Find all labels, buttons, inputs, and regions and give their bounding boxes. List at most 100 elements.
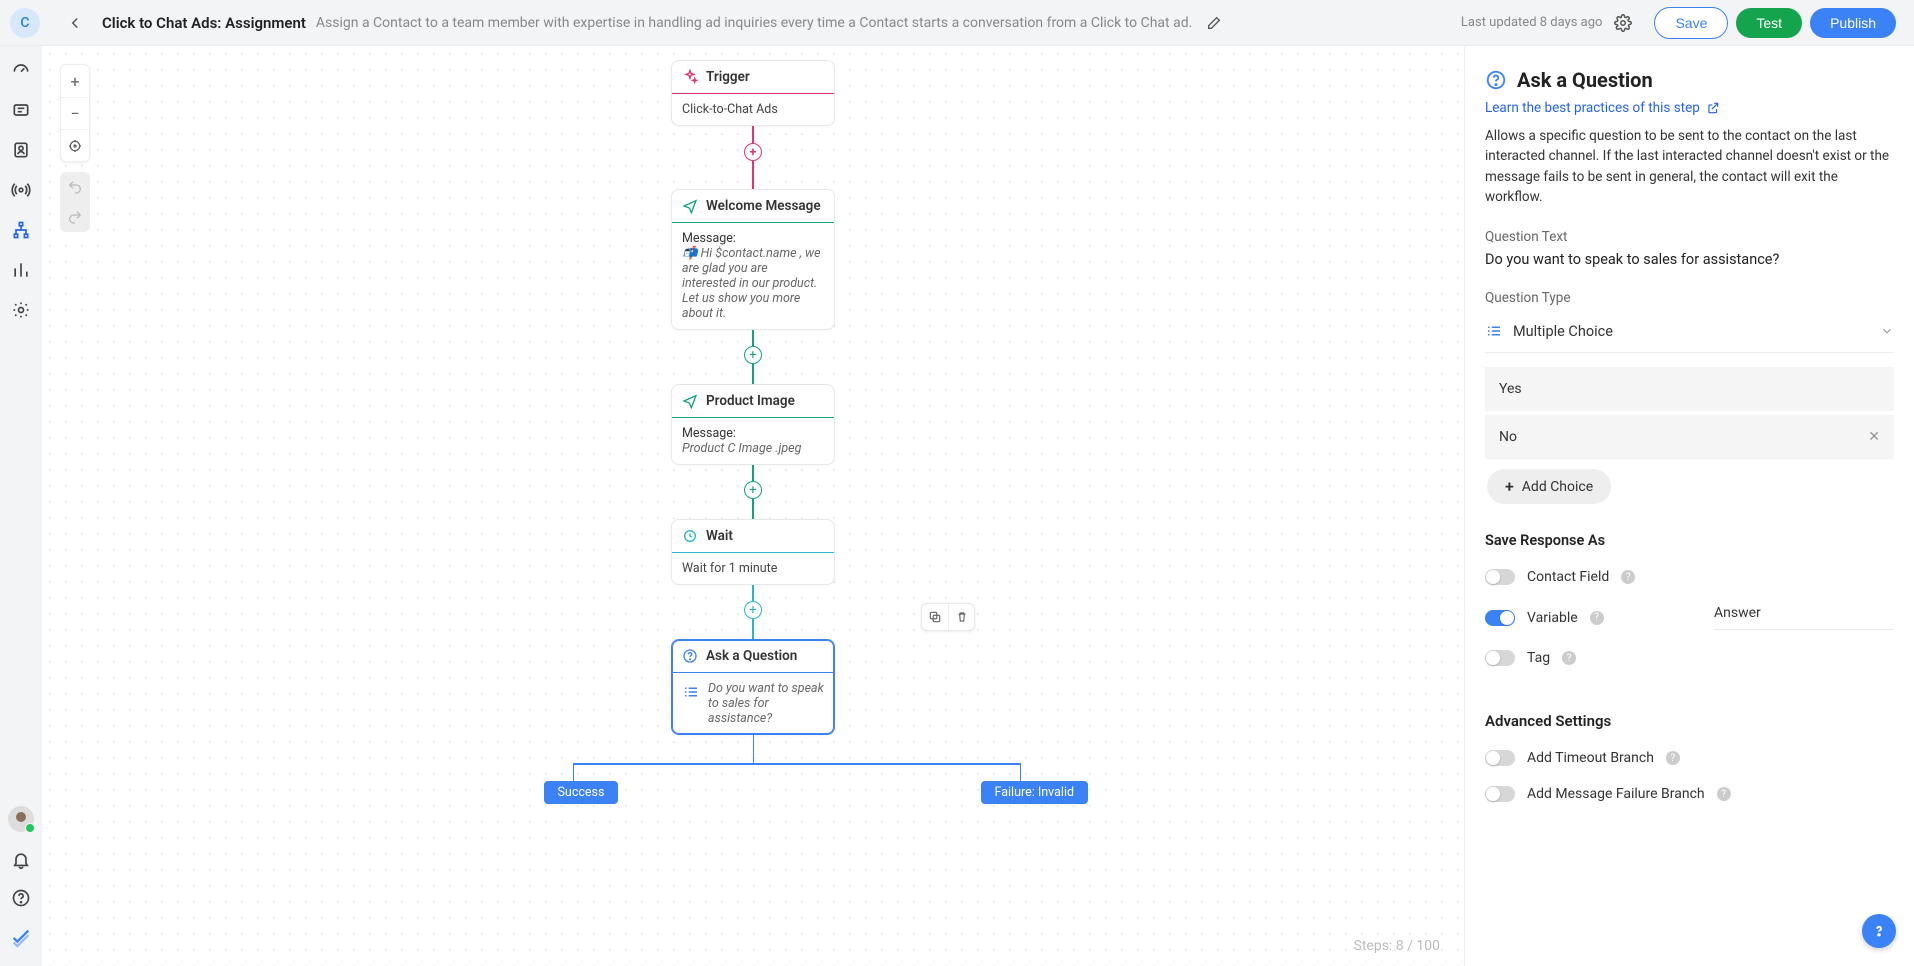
node-actions xyxy=(921,603,975,631)
help-icon[interactable]: ? xyxy=(1621,570,1635,584)
toggle-timeout-branch[interactable] xyxy=(1485,750,1515,766)
redo-button[interactable] xyxy=(60,202,90,232)
panel-title: Ask a Question xyxy=(1485,68,1894,92)
choice-item[interactable]: No ✕ xyxy=(1485,415,1894,459)
contact-field-label: Contact Field xyxy=(1527,569,1609,585)
nav-user-avatar[interactable] xyxy=(8,806,34,832)
question-circle-icon xyxy=(1485,69,1507,91)
steps-counter: Steps: 8 / 100 xyxy=(1354,938,1440,954)
chevron-down-icon xyxy=(1880,324,1894,338)
zoom-controls: + − xyxy=(60,64,90,162)
delete-node-button[interactable] xyxy=(948,604,974,630)
node-welcome-message[interactable]: Welcome Message Message: 📬 Hi $contact.n… xyxy=(671,189,835,330)
connector: + xyxy=(744,330,762,384)
node-product-image[interactable]: Product Image Message: Product C Image .… xyxy=(671,384,835,465)
add-step-button[interactable]: + xyxy=(744,346,762,364)
variable-label: Variable xyxy=(1527,610,1578,626)
node-title: Wait xyxy=(706,528,733,544)
help-icon[interactable]: ? xyxy=(1590,611,1604,625)
learn-link[interactable]: Learn the best practices of this step xyxy=(1485,100,1720,116)
nav-reports-icon[interactable] xyxy=(11,260,31,280)
page-subtitle: Assign a Contact to a team member with e… xyxy=(316,15,1192,31)
back-arrow-icon[interactable] xyxy=(66,14,84,32)
flow-column: Trigger Click-to-Chat Ads + Welcome Mess… xyxy=(671,60,835,763)
list-icon xyxy=(1485,322,1503,340)
edit-icon[interactable] xyxy=(1206,15,1222,31)
help-icon[interactable]: ? xyxy=(1717,787,1731,801)
connector: + xyxy=(744,126,762,189)
workflow-canvas[interactable]: + − Trigger Click-to-Chat Ads + xyxy=(42,46,1464,966)
workspace-avatar[interactable]: C xyxy=(10,8,40,38)
nav-settings-icon[interactable] xyxy=(11,300,31,320)
toggle-tag[interactable] xyxy=(1485,650,1515,666)
save-response-as-label: Save Response As xyxy=(1485,532,1894,549)
node-body: Message: Product C Image .jpeg xyxy=(672,418,834,464)
add-step-button[interactable]: + xyxy=(744,601,762,619)
question-text-value[interactable]: Do you want to speak to sales for assist… xyxy=(1485,251,1894,268)
history-controls xyxy=(60,172,90,232)
connector: + xyxy=(744,585,762,639)
properties-panel: Ask a Question Learn the best practices … xyxy=(1464,46,1914,966)
choice-item[interactable]: Yes xyxy=(1485,367,1894,411)
node-ask-question[interactable]: Ask a Question Do you want to speak to s… xyxy=(671,639,835,735)
advanced-settings-label: Advanced Settings xyxy=(1485,712,1894,730)
nav-bell-icon[interactable] xyxy=(11,850,31,870)
external-link-icon xyxy=(1706,101,1720,115)
toggle-message-failure-branch[interactable] xyxy=(1485,786,1515,802)
nav-contacts-icon[interactable] xyxy=(11,140,31,160)
zoom-out-button[interactable]: − xyxy=(61,97,89,129)
help-icon[interactable]: ? xyxy=(1666,751,1680,765)
send-icon xyxy=(682,198,698,214)
side-nav xyxy=(0,46,42,966)
question-circle-icon xyxy=(682,648,698,664)
branch-success[interactable]: Success xyxy=(544,781,619,804)
nav-app-logo-icon[interactable] xyxy=(10,926,32,948)
tag-label: Tag xyxy=(1527,650,1550,666)
send-icon xyxy=(682,393,698,409)
node-title: Trigger xyxy=(706,69,750,85)
nav-dashboard-icon[interactable] xyxy=(11,60,31,80)
remove-choice-icon[interactable]: ✕ xyxy=(1868,429,1880,445)
nav-messages-icon[interactable] xyxy=(11,100,31,120)
add-step-button[interactable]: + xyxy=(744,481,762,499)
timeout-branch-label: Add Timeout Branch xyxy=(1527,750,1654,766)
clock-icon xyxy=(682,528,698,544)
toggle-variable[interactable] xyxy=(1485,610,1515,626)
undo-button[interactable] xyxy=(60,172,90,202)
publish-button[interactable]: Publish xyxy=(1810,8,1896,38)
branch-failure[interactable]: Failure: Invalid xyxy=(981,781,1089,804)
add-choice-button[interactable]: + Add Choice xyxy=(1487,469,1611,504)
zoom-fit-button[interactable] xyxy=(61,129,89,161)
node-body: Message: 📬 Hi $contact.name , we are gla… xyxy=(672,223,834,329)
list-icon xyxy=(682,683,700,701)
question-type-label: Question Type xyxy=(1485,290,1894,306)
spark-icon xyxy=(682,69,698,85)
node-title: Ask a Question xyxy=(706,648,797,664)
topbar: C Click to Chat Ads: Assignment Assign a… xyxy=(0,0,1914,46)
save-button[interactable]: Save xyxy=(1654,7,1728,39)
gear-icon[interactable] xyxy=(1614,14,1632,32)
question-text-label: Question Text xyxy=(1485,229,1894,245)
node-trigger[interactable]: Trigger Click-to-Chat Ads xyxy=(671,60,835,126)
question-type-select[interactable]: Multiple Choice xyxy=(1485,312,1894,353)
page-title: Click to Chat Ads: Assignment xyxy=(102,14,306,32)
add-step-button[interactable]: + xyxy=(744,143,762,161)
node-title: Welcome Message xyxy=(706,198,821,214)
nav-help-icon[interactable] xyxy=(11,888,31,908)
duplicate-node-button[interactable] xyxy=(922,604,948,630)
test-button[interactable]: Test xyxy=(1736,8,1802,38)
node-body: Click-to-Chat Ads xyxy=(672,94,834,125)
panel-description: Allows a specific question to be sent to… xyxy=(1485,126,1894,207)
help-icon[interactable]: ? xyxy=(1562,651,1576,665)
zoom-in-button[interactable]: + xyxy=(61,65,89,97)
last-updated: Last updated 8 days ago xyxy=(1461,15,1603,30)
message-failure-branch-label: Add Message Failure Branch xyxy=(1527,786,1705,802)
nav-broadcast-icon[interactable] xyxy=(11,180,31,200)
node-wait[interactable]: Wait Wait for 1 minute xyxy=(671,519,835,585)
floating-help-button[interactable] xyxy=(1862,914,1896,948)
nav-workflows-icon[interactable] xyxy=(11,220,31,240)
variable-value[interactable]: Answer xyxy=(1714,605,1894,630)
plus-icon: + xyxy=(1505,477,1514,496)
branch-connector: Success Failure: Invalid xyxy=(753,735,754,763)
toggle-contact-field[interactable] xyxy=(1485,569,1515,585)
